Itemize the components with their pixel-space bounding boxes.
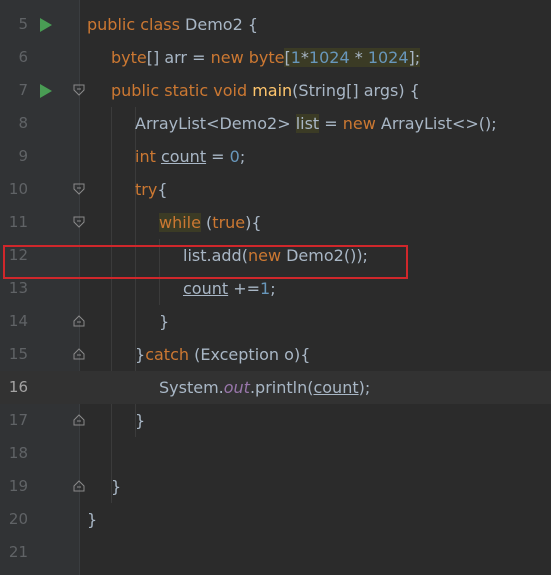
code-text: }	[87, 510, 98, 529]
line-number: 5	[18, 15, 28, 33]
code-text: ArrayList<Demo2> list = new ArrayList<>(…	[135, 114, 497, 133]
line-number: 16	[8, 378, 28, 396]
code-text: byte[] arr = new byte[1*1024 * 1024];	[111, 48, 421, 67]
code-line-18[interactable]: 18	[0, 437, 551, 470]
code-text: try{	[135, 180, 168, 199]
code-line-10[interactable]: 10 try{	[0, 173, 551, 206]
code-line-9[interactable]: 9 int count = 0;	[0, 140, 551, 173]
code-editor[interactable]: 5 public class Demo2 { 6 byte[] arr = ne…	[0, 0, 551, 575]
run-icon[interactable]	[40, 18, 52, 32]
code-line-14[interactable]: 14 }	[0, 305, 551, 338]
line-number: 17	[8, 411, 28, 429]
line-number: 15	[8, 345, 28, 363]
fold-end-icon[interactable]	[73, 414, 85, 426]
line-number: 14	[8, 312, 28, 330]
fold-start-icon[interactable]	[73, 84, 85, 96]
fold-end-icon[interactable]	[73, 315, 85, 327]
code-text: public class Demo2 {	[87, 15, 259, 34]
line-number: 6	[18, 48, 28, 66]
code-line-15[interactable]: 15 }catch (Exception o){	[0, 338, 551, 371]
code-line-7[interactable]: 7 public static void main(String[] args)…	[0, 74, 551, 107]
code-line-6[interactable]: 6 byte[] arr = new byte[1*1024 * 1024];	[0, 41, 551, 74]
code-line-17[interactable]: 17 }	[0, 404, 551, 437]
highlight-annotation-box	[3, 245, 408, 279]
code-text: public static void main(String[] args) {	[111, 81, 420, 100]
line-number: 20	[8, 510, 28, 528]
code-text: int count = 0;	[135, 147, 246, 166]
line-number: 19	[8, 477, 28, 495]
code-line-16[interactable]: 16 System.out.println(count);	[0, 371, 551, 404]
code-text: }	[135, 411, 146, 430]
line-number: 21	[8, 543, 28, 561]
code-text: }catch (Exception o){	[135, 345, 311, 364]
code-line-8[interactable]: 8 ArrayList<Demo2> list = new ArrayList<…	[0, 107, 551, 140]
code-line-5[interactable]: 5 public class Demo2 {	[0, 8, 551, 41]
code-text: while (true){	[159, 213, 262, 232]
code-line-21[interactable]: 21	[0, 536, 551, 569]
line-number: 11	[8, 213, 28, 231]
fold-start-icon[interactable]	[73, 216, 85, 228]
line-number: 8	[18, 114, 28, 132]
code-line-20[interactable]: 20 }	[0, 503, 551, 536]
line-number: 18	[8, 444, 28, 462]
fold-end-icon[interactable]	[73, 480, 85, 492]
code-line-11[interactable]: 11 while (true){	[0, 206, 551, 239]
run-icon[interactable]	[40, 84, 52, 98]
fold-end-icon[interactable]	[73, 348, 85, 360]
code-line-19[interactable]: 19 }	[0, 470, 551, 503]
code-text: }	[159, 312, 170, 331]
line-number: 7	[18, 81, 28, 99]
line-number: 9	[18, 147, 28, 165]
fold-start-icon[interactable]	[73, 183, 85, 195]
code-text: System.out.println(count);	[159, 378, 371, 397]
line-number: 10	[8, 180, 28, 198]
code-text: }	[111, 477, 122, 496]
